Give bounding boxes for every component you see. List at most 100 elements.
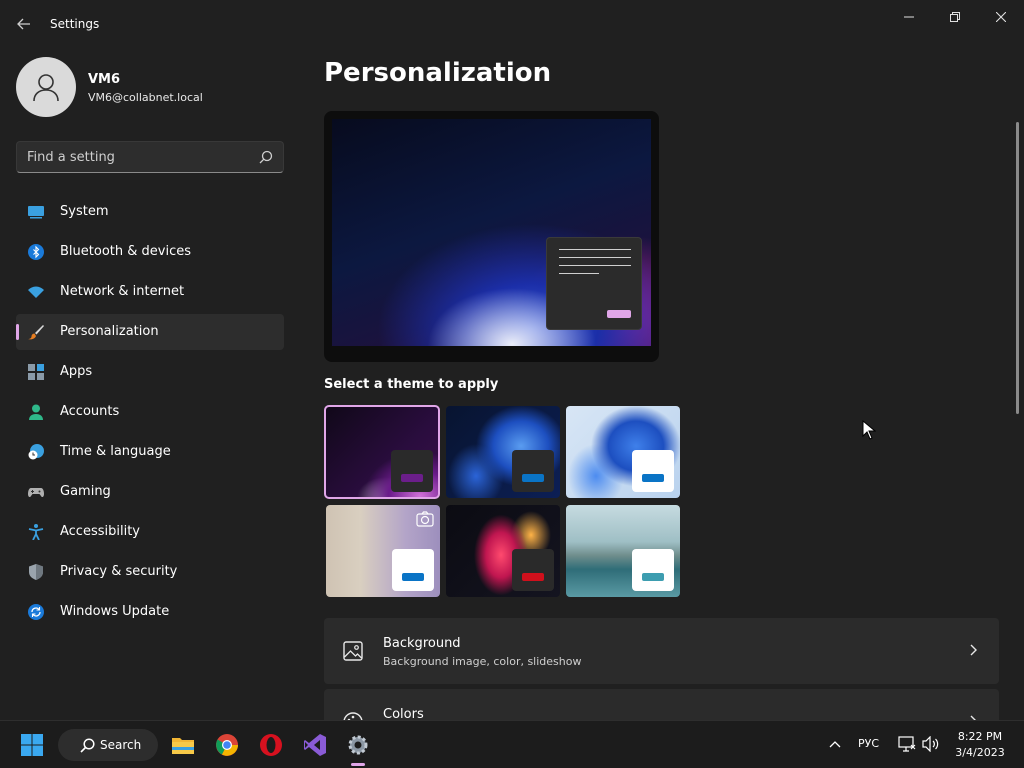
chevron-right-icon <box>970 644 977 656</box>
theme-window-preview <box>512 549 554 591</box>
sidebar-item-accessibility[interactable]: Accessibility <box>16 514 284 550</box>
file-explorer-icon[interactable] <box>171 733 195 757</box>
close-icon <box>996 12 1006 22</box>
user-email: VM6@collabnet.local <box>88 91 203 104</box>
accounts-icon <box>29 404 43 420</box>
background-settings-card[interactable]: Background Background image, color, slid… <box>324 618 999 684</box>
sidebar-nav: System Bluetooth & devices Network & int… <box>16 194 284 634</box>
network-icon[interactable] <box>898 736 916 752</box>
theme-window-preview <box>392 549 434 591</box>
preview-text-line <box>559 257 631 258</box>
bluetooth-icon <box>28 244 44 260</box>
theme-window-preview <box>512 450 554 492</box>
back-button[interactable] <box>12 12 36 36</box>
brush-icon <box>28 325 44 340</box>
taskbar-search-button[interactable]: Search <box>58 729 158 761</box>
volume-icon[interactable] <box>922 736 940 752</box>
camera-icon <box>416 511 434 527</box>
restore-icon <box>950 12 960 22</box>
sidebar-item-label: Windows Update <box>60 604 170 619</box>
sidebar-item-apps[interactable]: Apps <box>16 354 284 390</box>
sidebar-item-privacy[interactable]: Privacy & security <box>16 554 284 590</box>
chevron-up-icon[interactable] <box>829 740 841 748</box>
image-icon <box>343 641 363 661</box>
running-app-indicator <box>351 763 365 766</box>
sidebar-item-label: Gaming <box>60 484 111 499</box>
user-avatar-icon <box>33 74 59 102</box>
theme-accent-swatch <box>401 474 423 482</box>
sidebar-item-label: Time & language <box>60 444 171 459</box>
preview-sample-window <box>546 237 642 330</box>
preview-text-line <box>559 273 599 274</box>
sidebar-item-gaming[interactable]: Gaming <box>16 474 284 510</box>
sidebar-item-personalization[interactable]: Personalization <box>16 314 284 350</box>
card-title: Background <box>383 636 461 651</box>
colors-settings-card[interactable]: Colors <box>324 689 999 720</box>
title-bar: Settings <box>0 0 1024 48</box>
gamepad-icon <box>28 488 44 498</box>
user-avatar[interactable] <box>16 57 76 117</box>
minimize-button[interactable] <box>886 6 932 28</box>
theme-window-preview <box>632 450 674 492</box>
theme-heading: Select a theme to apply <box>324 377 499 392</box>
shield-icon <box>29 564 43 580</box>
sidebar-item-accounts[interactable]: Accounts <box>16 394 284 430</box>
theme-tile-dark-purple[interactable] <box>324 405 440 499</box>
sidebar-item-system[interactable]: System <box>16 194 284 230</box>
mouse-cursor-icon <box>862 420 876 440</box>
preview-accent-button <box>607 310 631 318</box>
theme-tile-light-blue[interactable] <box>566 406 680 498</box>
window-title: Settings <box>50 17 100 31</box>
sidebar-item-network[interactable]: Network & internet <box>16 274 284 310</box>
sidebar-item-time-language[interactable]: Time & language <box>16 434 284 470</box>
taskbar-search-label: Search <box>100 738 142 752</box>
main-scrollbar[interactable] <box>1016 122 1019 414</box>
back-arrow-icon <box>17 18 30 30</box>
sidebar-item-label: Network & internet <box>60 284 185 299</box>
theme-window-preview <box>632 549 674 591</box>
settings-search-box[interactable] <box>16 141 284 173</box>
preview-text-line <box>559 249 631 250</box>
theme-accent-swatch <box>522 474 544 482</box>
update-icon <box>28 604 44 620</box>
settings-gear-icon[interactable] <box>346 733 370 757</box>
search-icon <box>80 738 95 753</box>
search-icon[interactable] <box>259 150 273 164</box>
card-title: Colors <box>383 707 424 720</box>
clock-time: 8:22 PM <box>957 730 1003 743</box>
sidebar-item-bluetooth[interactable]: Bluetooth & devices <box>16 234 284 270</box>
sidebar-item-windows-update[interactable]: Windows Update <box>16 594 284 630</box>
wifi-icon <box>28 286 44 298</box>
settings-search-input[interactable] <box>17 142 253 172</box>
preview-text-line <box>559 265 631 266</box>
close-button[interactable] <box>978 6 1024 28</box>
sidebar-item-label: Bluetooth & devices <box>60 244 191 259</box>
theme-accent-swatch <box>402 573 424 581</box>
clock-date: 3/4/2023 <box>955 746 1005 759</box>
page-title: Personalization <box>324 58 552 88</box>
theme-tile-glow[interactable] <box>446 505 560 597</box>
clock-globe-icon <box>28 444 44 460</box>
restore-button[interactable] <box>932 6 978 28</box>
start-icon[interactable] <box>20 733 44 757</box>
sidebar-item-label: Personalization <box>60 324 159 339</box>
sidebar-item-label: Accessibility <box>60 524 140 539</box>
input-language[interactable]: РУС <box>858 737 879 750</box>
theme-tile-captured-motion[interactable] <box>326 505 440 597</box>
theme-tile-dark-blue[interactable] <box>446 406 560 498</box>
taskbar-clock[interactable]: 8:22 PM 3/4/2023 <box>948 729 1012 761</box>
minimize-icon <box>904 16 914 18</box>
user-name: VM6 <box>88 72 121 87</box>
visual-studio-icon[interactable] <box>303 733 327 757</box>
theme-accent-swatch <box>522 573 544 581</box>
sidebar-item-label: Accounts <box>60 404 120 419</box>
sidebar-item-label: System <box>60 204 109 219</box>
system-icon <box>28 206 44 219</box>
card-subtitle: Background image, color, slideshow <box>383 655 582 668</box>
theme-tile-sunrise-lake[interactable] <box>566 505 680 597</box>
taskbar: Search РУС 8:22 PM 3/4/2023 <box>0 720 1024 768</box>
sidebar-item-label: Privacy & security <box>60 564 178 579</box>
chrome-icon[interactable] <box>215 733 239 757</box>
palette-icon <box>343 712 363 720</box>
opera-icon[interactable] <box>259 733 283 757</box>
